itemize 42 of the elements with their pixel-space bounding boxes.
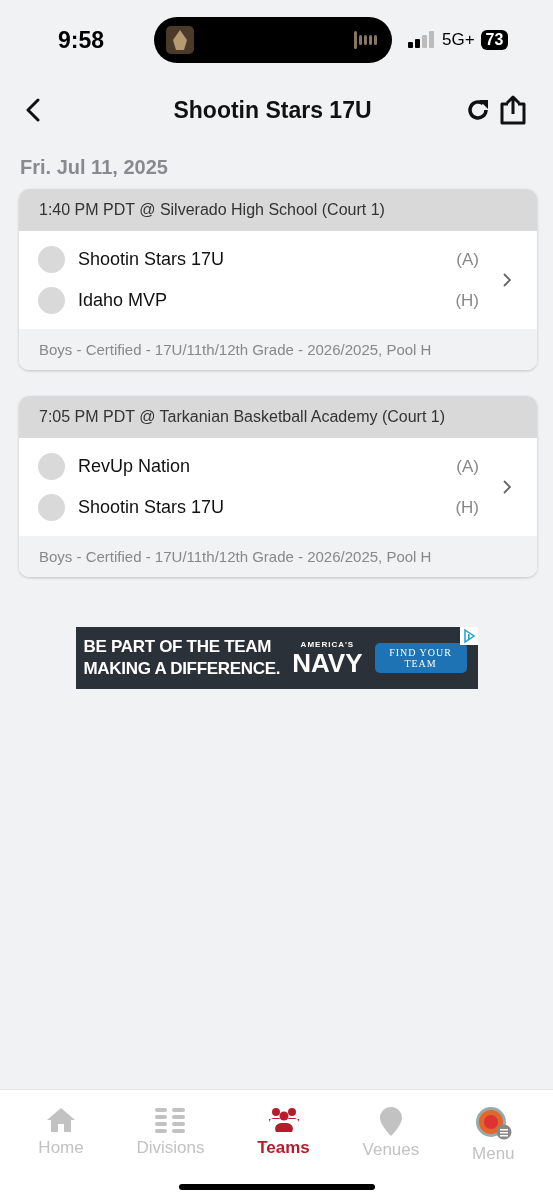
people-icon xyxy=(268,1106,299,1134)
ad-headline: BE PART OF THE TEAM xyxy=(83,636,273,658)
game-heading: 7:05 PM PDT @ Tarkanian Basketball Academy (Court 1) xyxy=(19,396,537,438)
home-away-label: (A) xyxy=(456,456,479,477)
team-name: Shootin Stars 17U xyxy=(78,497,226,518)
brand-name: NAVY xyxy=(292,648,363,677)
date-heading: Fri. Jul 11, 2025 xyxy=(19,155,169,180)
team-logo xyxy=(38,494,65,521)
home-away-label: (A) xyxy=(456,249,479,270)
division-label: Boys - Certified - 17U/11th/12th Grade - 2026/2025, Pool H xyxy=(19,329,537,370)
status-time: 9:58 xyxy=(58,26,106,54)
division-label: Boys - Certified - 17U/11th/12th Grade - 2026/2025, Pool H xyxy=(19,536,537,577)
album-art-icon xyxy=(166,26,194,54)
home-icon xyxy=(46,1106,77,1134)
back-icon xyxy=(26,98,40,122)
chevron-right-icon xyxy=(503,480,511,494)
waveform-icon xyxy=(354,31,380,49)
list-icon xyxy=(155,1106,186,1134)
find-team-button[interactable]: FIND YOUR TEAM xyxy=(374,643,467,673)
ad-choices-icon[interactable] xyxy=(459,627,478,645)
ad-headline: MAKING A DIFFERENCE. xyxy=(83,658,281,680)
team-name: RevUp Nation xyxy=(78,456,192,477)
signal-icon xyxy=(408,31,436,49)
team-logo xyxy=(38,287,65,314)
refresh-icon xyxy=(465,97,491,123)
team-logo xyxy=(38,453,65,480)
game-heading: 1:40 PM PDT @ Silverado High School (Court 1) xyxy=(19,189,537,231)
chevron-right-icon xyxy=(503,273,511,287)
tab-bar-item[interactable]: Teams xyxy=(251,1102,316,1168)
menu-logo-icon xyxy=(474,1106,513,1140)
page-title: Shootin Stars 17U xyxy=(172,96,373,124)
team-name: Idaho MVP xyxy=(78,290,169,311)
brand-tagline: AMERICA'S xyxy=(300,639,355,649)
network-label: 5G+ xyxy=(442,30,475,50)
home-away-label: (H) xyxy=(455,497,479,518)
team-name: Shootin Stars 17U xyxy=(78,249,226,270)
team-logo xyxy=(38,246,65,273)
home-away-label: (H) xyxy=(455,290,479,311)
share-icon xyxy=(499,94,527,126)
game-row[interactable]: Shootin Stars 17U (A) Idaho MVP (H) xyxy=(19,231,537,329)
game-row[interactable]: RevUp Nation (A) Shootin Stars 17U (H) xyxy=(19,438,537,536)
battery-level: 73 xyxy=(480,30,509,50)
